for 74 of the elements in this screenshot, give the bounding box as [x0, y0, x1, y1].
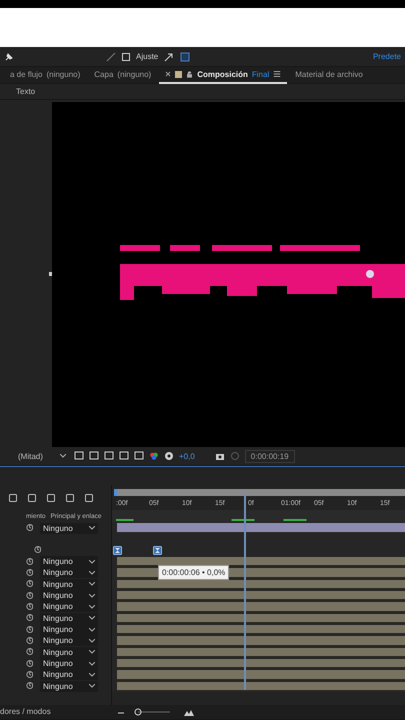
menu-icon[interactable]: [273, 70, 282, 78]
parent-dropdown[interactable]: Ninguno: [40, 612, 98, 624]
caret-icon: [89, 526, 95, 530]
tab-label: Capa: [94, 70, 114, 78]
tab-detail: Final: [252, 70, 270, 78]
tab-label: Composición: [197, 70, 248, 78]
panel-tab[interactable]: Material de archivo: [289, 66, 369, 84]
caret-icon: [89, 616, 95, 620]
close-icon[interactable]: [165, 71, 172, 77]
caret-icon: [89, 594, 95, 598]
text-tab[interactable]: Texto: [16, 87, 36, 96]
panel-tab[interactable]: a de flujo (ninguno): [4, 66, 86, 84]
parent-dropdown[interactable]: Ninguno: [40, 578, 98, 590]
layer-bar[interactable]: [117, 557, 405, 566]
tab-detail: (ninguno): [46, 70, 80, 78]
snap-label: Ajuste: [136, 52, 158, 61]
parent-dropdown[interactable]: Ninguno: [40, 646, 98, 658]
parent-dropdown[interactable]: Ninguno: [40, 522, 98, 534]
pick-whip-icon[interactable]: [26, 523, 36, 533]
playhead[interactable]: [244, 493, 246, 690]
parent-dropdown[interactable]: Ninguno: [40, 556, 98, 568]
lock-icon[interactable]: [186, 70, 194, 78]
parent-dropdown[interactable]: Ninguno: [40, 624, 98, 636]
pick-whip-icon[interactable]: [26, 613, 36, 624]
arrow-icon[interactable]: [164, 52, 174, 62]
caret-icon: [89, 662, 95, 666]
pick-whip-icon[interactable]: [26, 624, 36, 635]
pick-whip-icon[interactable]: [26, 556, 36, 567]
exposure-value[interactable]: +0,0: [179, 452, 195, 460]
exposure-icon[interactable]: [164, 451, 174, 461]
parent-dropdown[interactable]: Ninguno: [40, 590, 98, 602]
pick-whip-icon[interactable]: [26, 636, 36, 646]
caret-icon: [60, 454, 66, 458]
snap-checkbox[interactable]: [122, 52, 130, 60]
parent-dropdown[interactable]: Ninguno: [40, 680, 98, 692]
parent-dropdown[interactable]: Ninguno: [40, 567, 98, 578]
toggle-modes-link[interactable]: dores / modos: [0, 707, 108, 716]
tab-label: Material de archivo: [295, 70, 363, 78]
parent-dropdown[interactable]: Ninguno: [40, 658, 98, 670]
caret-icon: [89, 672, 95, 677]
frame-icon[interactable]: [119, 451, 129, 461]
timecode-display[interactable]: 0:00:00:19: [244, 450, 295, 462]
keyframe-icon[interactable]: [113, 546, 122, 555]
pick-whip-icon[interactable]: [26, 590, 36, 601]
resolution-dropdown[interactable]: (Mitad): [15, 450, 69, 462]
caret-icon: [89, 638, 95, 643]
parent-dropdown[interactable]: Ninguno: [40, 635, 98, 646]
parent-dropdown[interactable]: Ninguno: [40, 601, 98, 612]
color-channels-icon[interactable]: [149, 451, 159, 461]
workspace-link[interactable]: Predete: [372, 52, 401, 61]
caret-icon: [89, 560, 95, 564]
tab-detail: (ninguno): [117, 70, 152, 78]
panel-tab[interactable]: Capa (ninguno): [88, 66, 158, 84]
keyframe-icon[interactable]: [153, 546, 162, 555]
pick-whip-icon[interactable]: [26, 579, 36, 590]
tooltip: 0:00:00:06 • 0,0%: [158, 565, 230, 580]
pick-whip-icon[interactable]: [26, 658, 36, 669]
camera-icon[interactable]: [214, 451, 225, 461]
pick-whip-icon[interactable]: [34, 545, 44, 555]
parent-dropdown[interactable]: Ninguno: [40, 669, 98, 680]
color-swatch: [175, 70, 182, 78]
caret-icon: [89, 650, 95, 654]
caret-icon: [89, 582, 95, 586]
pick-whip-icon[interactable]: [26, 602, 36, 612]
pick-whip-icon[interactable]: [26, 670, 36, 680]
pick-whip-icon[interactable]: [26, 568, 36, 578]
tab-label: a de flujo: [10, 70, 42, 78]
caret-icon: [89, 570, 95, 575]
caret-icon: [89, 684, 95, 688]
pick-whip-icon[interactable]: [26, 681, 36, 692]
caret-icon: [89, 628, 95, 632]
caret-icon: [89, 604, 95, 609]
pin-icon[interactable]: [4, 52, 14, 62]
pick-whip-icon[interactable]: [26, 647, 36, 658]
